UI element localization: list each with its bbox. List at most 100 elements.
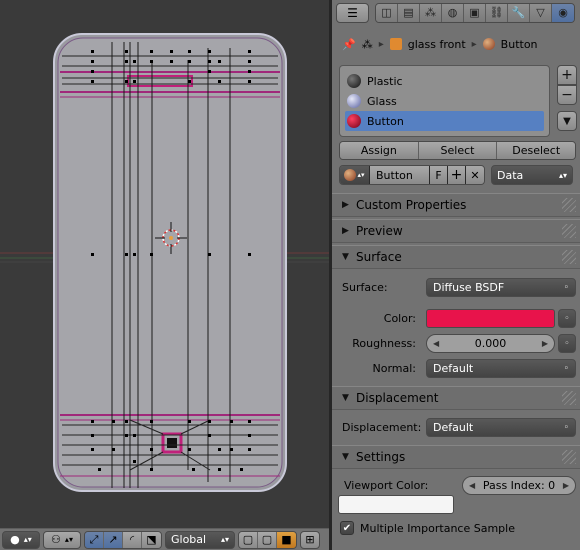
link-value: Data — [497, 168, 524, 182]
panel-grip-icon[interactable] — [562, 224, 576, 238]
material-ball-icon — [344, 169, 357, 181]
color-row: Color: ◦ — [332, 306, 580, 331]
increment-arrow-icon[interactable]: ▶ — [542, 339, 548, 348]
panel-grip-icon[interactable] — [562, 250, 576, 264]
viewport-header: ● ▴▾ ⚇ ▴▾ ⤢ ↗ ◜ ⬔ Global ▴▾ ▢ ▢ ■ ⊞ — [0, 528, 329, 550]
panel-title: Surface — [356, 250, 402, 264]
surface-shader-dropdown[interactable]: Diffuse BSDF ◦ — [426, 278, 576, 297]
color-socket-button[interactable]: ◦ — [558, 309, 576, 328]
material-name-field[interactable]: Button — [370, 166, 430, 184]
mis-row: ✔ Multiple Importance Sample — [332, 518, 580, 538]
material-icon[interactable]: ◉ — [552, 3, 574, 22]
breadcrumb-material: Button — [500, 37, 538, 51]
cube-layer-icon[interactable]: ▢ — [258, 531, 277, 548]
manipulator-move-icon[interactable]: ↗ — [104, 531, 123, 548]
roughness-value: 0.000 — [474, 337, 507, 350]
roughness-row: Roughness: ◀ 0.000 ▶ ◦ — [332, 331, 580, 356]
pin-icon[interactable]: 📌 — [342, 38, 356, 51]
world-icon[interactable]: ◍ — [442, 3, 464, 22]
scene-node-icon: ⁂ — [361, 37, 373, 51]
object-icon[interactable]: ▣ — [464, 3, 486, 22]
data-icon[interactable]: ▽ — [530, 3, 552, 22]
panel-grip-icon[interactable] — [562, 391, 576, 405]
roughness-label: Roughness: — [352, 337, 416, 350]
material-datablock: ▴▾ Button F + ✕ — [339, 165, 485, 185]
fake-user-button[interactable]: F — [430, 166, 448, 184]
add-slot-button[interactable]: + — [557, 65, 577, 85]
socket-icon: ◦ — [563, 282, 569, 293]
normal-dropdown[interactable]: Default ◦ — [426, 359, 576, 378]
increment-arrow-icon[interactable]: ▶ — [563, 481, 569, 490]
roughness-field[interactable]: ◀ 0.000 ▶ — [426, 334, 555, 353]
assign-row: Assign Select Deselect — [339, 141, 576, 160]
roughness-socket-button[interactable]: ◦ — [558, 334, 576, 353]
displacement-label: Displacement: — [342, 421, 422, 434]
manipulator-translate-icon[interactable]: ⤢ — [85, 531, 104, 548]
material-slot-plastic[interactable]: Plastic — [345, 71, 544, 91]
panel-grip-icon[interactable] — [562, 450, 576, 464]
socket-icon: ◦ — [563, 422, 569, 433]
new-material-button[interactable]: + — [448, 166, 466, 184]
material-ball-icon — [347, 74, 361, 88]
deselect-button[interactable]: Deselect — [497, 142, 575, 159]
3d-viewport[interactable] — [0, 0, 329, 528]
pass-index-value: Pass Index: 0 — [482, 478, 556, 492]
scene-icon[interactable]: ⁂ — [420, 3, 442, 22]
panel-preview[interactable]: ▶ Preview — [332, 219, 580, 243]
expanded-triangle-icon: ▼ — [342, 452, 349, 462]
cube-layer-icon[interactable]: ■ — [277, 531, 296, 548]
viewport-color-row: Viewport Color: ◀ Pass Index: 0 ▶ — [332, 475, 580, 495]
color-swatch[interactable] — [426, 309, 555, 328]
modifier-icon[interactable]: 🔧 — [508, 3, 530, 22]
snap-icon[interactable]: ⊞ — [300, 530, 320, 549]
viewport-shading-dropdown[interactable]: ● ▴▾ — [2, 530, 40, 549]
material-slot-glass[interactable]: Glass — [345, 91, 544, 111]
pivot-point-dropdown[interactable]: ⚇ ▴▾ — [43, 530, 81, 549]
collapsed-triangle-icon: ▶ — [342, 226, 349, 236]
manipulator-group: ⤢ ↗ ◜ ⬔ — [84, 530, 162, 549]
slot-specials-button[interactable]: ▼ — [557, 111, 577, 131]
remove-slot-button[interactable]: − — [557, 85, 577, 105]
panel-grip-icon[interactable] — [562, 198, 576, 212]
panel-custom-properties[interactable]: ▶ Custom Properties — [332, 193, 580, 217]
assign-button[interactable]: Assign — [340, 142, 419, 159]
pivot-icon: ⚇ — [51, 533, 61, 546]
breadcrumb-separator-icon: ▸ — [471, 38, 477, 50]
manipulator-scale-icon[interactable]: ⬔ — [142, 531, 161, 548]
down-arrow-icon: ▼ — [563, 115, 571, 127]
material-slots: Plastic Glass Button + − ▼ — [332, 63, 580, 141]
mesh-canvas[interactable] — [0, 0, 329, 528]
cube-layer-icon[interactable]: ▢ — [239, 531, 258, 548]
displacement-dropdown[interactable]: Default ◦ — [426, 418, 576, 437]
decrement-arrow-icon[interactable]: ◀ — [433, 339, 439, 348]
panel-surface[interactable]: ▼ Surface — [332, 245, 580, 269]
slot-label: Plastic — [367, 74, 403, 88]
panel-displacement[interactable]: ▼ Displacement — [332, 386, 580, 410]
browse-material-button[interactable]: ▴▾ — [340, 166, 370, 184]
slot-label: Button — [367, 114, 404, 128]
material-slot-button[interactable]: Button — [345, 111, 544, 131]
manipulator-rotate-icon[interactable]: ◜ — [123, 531, 142, 548]
decrement-arrow-icon[interactable]: ◀ — [469, 481, 475, 490]
layers-icon[interactable]: ▤ — [398, 3, 420, 22]
constraints-icon[interactable]: ⛓ — [486, 3, 508, 22]
link-dropdown[interactable]: Data ▴▾ — [491, 165, 573, 185]
surface-shader-value: Diffuse BSDF — [433, 281, 505, 294]
pass-index-field[interactable]: ◀ Pass Index: 0 ▶ — [462, 475, 576, 495]
panel-settings[interactable]: ▼ Settings — [332, 445, 580, 469]
mis-checkbox[interactable]: ✔ — [340, 521, 354, 535]
panel-title: Custom Properties — [356, 198, 467, 212]
viewport-color-swatch[interactable] — [338, 495, 454, 514]
editor-type-button[interactable]: ☰ — [336, 2, 369, 23]
material-ball-icon — [482, 38, 495, 50]
properties-editor: ☰ ◫ ▤ ⁂ ◍ ▣ ⛓ 🔧 ▽ ◉ 📌 ⁂ ▸ glass front ▸ … — [332, 0, 580, 550]
select-button[interactable]: Select — [418, 142, 498, 159]
breadcrumb-separator-icon: ▸ — [378, 38, 384, 50]
material-slot-list[interactable]: Plastic Glass Button — [339, 65, 550, 137]
layer-group: ▢ ▢ ■ — [238, 530, 297, 549]
unlink-material-button[interactable]: ✕ — [466, 166, 484, 184]
material-ball-icon — [347, 114, 361, 128]
transform-orientation-dropdown[interactable]: Global ▴▾ — [165, 530, 235, 549]
render-icon[interactable]: ◫ — [376, 3, 398, 22]
collapsed-triangle-icon: ▶ — [342, 200, 349, 210]
